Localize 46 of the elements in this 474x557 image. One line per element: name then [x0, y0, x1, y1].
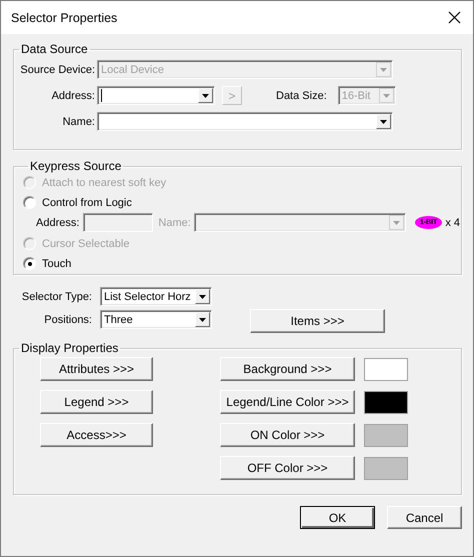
- field-label: Data Size:: [276, 90, 327, 102]
- field-label: Name:: [62, 116, 95, 128]
- radio-label: Touch: [42, 258, 72, 270]
- color-button[interactable]: Legend/Line Color >>>: [220, 390, 355, 414]
- caret-icon: [392, 220, 400, 224]
- property-button[interactable]: Attributes >>>: [40, 357, 153, 381]
- property-button[interactable]: Legend >>>: [40, 390, 153, 414]
- color-swatch[interactable]: [364, 358, 408, 380]
- multiplier-label: x 4: [445, 216, 460, 228]
- caret-icon: [380, 68, 387, 72]
- caret-icon: [380, 120, 387, 124]
- caret-icon: [199, 294, 206, 298]
- dialog-button[interactable]: Cancel: [387, 506, 462, 529]
- color-swatch[interactable]: [364, 456, 408, 480]
- color-swatch[interactable]: [364, 390, 408, 414]
- caret-icon: [382, 94, 390, 98]
- field-label: Name:: [158, 216, 191, 228]
- items-button[interactable]: Items >>>: [250, 309, 385, 333]
- field-label: Positions:: [43, 314, 92, 326]
- dialog-button[interactable]: OK: [300, 506, 375, 529]
- group-title: Display Properties: [20, 341, 120, 355]
- field-label: Selector Type:: [20, 290, 92, 302]
- radio-button[interactable]: [23, 257, 36, 270]
- radio-label: Cursor Selectable: [42, 238, 130, 250]
- radio-label: Control from Logic: [42, 196, 132, 208]
- selector-type-dropdown[interactable]: List Selector Horz: [100, 287, 212, 306]
- close-icon[interactable]: [448, 11, 461, 24]
- address-dropdown[interactable]: [97, 86, 215, 105]
- field-label: Address:: [50, 90, 95, 102]
- name-dropdown[interactable]: [97, 112, 393, 131]
- name-dropdown[interactable]: [194, 213, 406, 232]
- group-title: Keypress Source: [29, 159, 122, 173]
- caret-icon: [202, 94, 209, 98]
- group-title: Data Source: [20, 42, 89, 56]
- color-swatch[interactable]: [364, 424, 408, 446]
- window-title: Selector Properties: [11, 10, 118, 24]
- radio-button[interactable]: [23, 196, 36, 209]
- field-label: Address:: [36, 216, 80, 228]
- color-button[interactable]: ON Color >>>: [220, 423, 355, 447]
- field-label: Source Device:: [19, 64, 95, 76]
- property-button[interactable]: Access>>>: [40, 423, 153, 447]
- color-button[interactable]: Background >>>: [220, 357, 355, 381]
- radio-label: Attach to nearest soft key: [42, 176, 166, 188]
- color-button[interactable]: OFF Color >>>: [220, 456, 355, 480]
- positions-dropdown[interactable]: Three: [100, 310, 212, 329]
- caret-icon: [199, 318, 206, 322]
